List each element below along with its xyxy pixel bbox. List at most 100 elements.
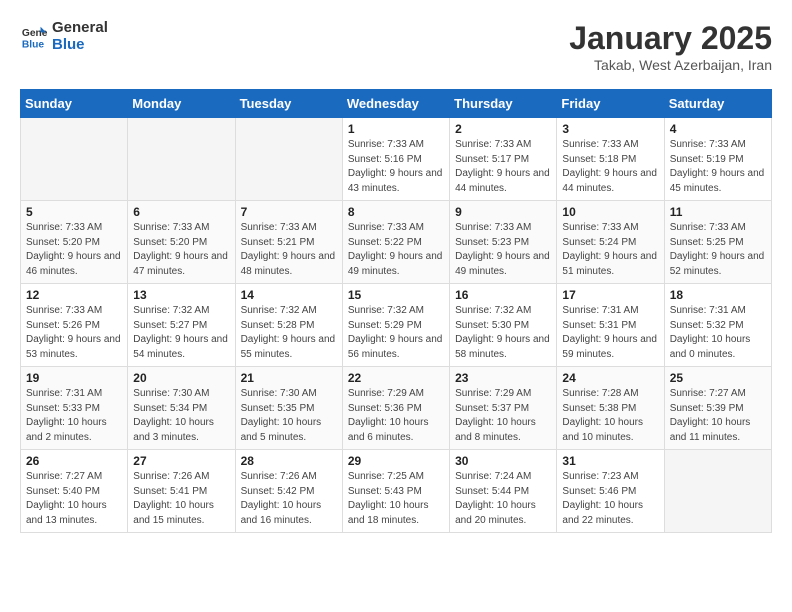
day-number: 4 (670, 122, 766, 136)
day-number: 28 (241, 454, 337, 468)
day-info: Sunrise: 7:32 AMSunset: 5:29 PMDaylight:… (348, 304, 444, 362)
day-number: 12 (26, 288, 122, 302)
day-cell: 14 Sunrise: 7:32 AMSunset: 5:28 PMDaylig… (235, 284, 342, 367)
day-number: 22 (348, 371, 444, 385)
day-cell: 7 Sunrise: 7:33 AMSunset: 5:21 PMDayligh… (235, 201, 342, 284)
logo-icon: General Blue (20, 23, 48, 51)
day-number: 23 (455, 371, 551, 385)
day-number: 25 (670, 371, 766, 385)
day-info: Sunrise: 7:33 AMSunset: 5:20 PMDaylight:… (26, 221, 122, 279)
day-cell: 22 Sunrise: 7:29 AMSunset: 5:36 PMDaylig… (342, 367, 449, 450)
header-wednesday: Wednesday (342, 90, 449, 118)
day-info: Sunrise: 7:33 AMSunset: 5:23 PMDaylight:… (455, 221, 551, 279)
day-cell: 9 Sunrise: 7:33 AMSunset: 5:23 PMDayligh… (450, 201, 557, 284)
day-cell: 23 Sunrise: 7:29 AMSunset: 5:37 PMDaylig… (450, 367, 557, 450)
day-number: 24 (562, 371, 658, 385)
day-number: 27 (133, 454, 229, 468)
day-number: 1 (348, 122, 444, 136)
month-title: January 2025 (569, 20, 772, 57)
day-info: Sunrise: 7:33 AMSunset: 5:19 PMDaylight:… (670, 138, 766, 196)
location-subtitle: Takab, West Azerbaijan, Iran (569, 57, 772, 73)
header-sunday: Sunday (21, 90, 128, 118)
day-info: Sunrise: 7:26 AMSunset: 5:41 PMDaylight:… (133, 470, 229, 528)
day-info: Sunrise: 7:33 AMSunset: 5:21 PMDaylight:… (241, 221, 337, 279)
day-info: Sunrise: 7:24 AMSunset: 5:44 PMDaylight:… (455, 470, 551, 528)
day-info: Sunrise: 7:31 AMSunset: 5:33 PMDaylight:… (26, 387, 122, 445)
header-monday: Monday (128, 90, 235, 118)
day-cell: 19 Sunrise: 7:31 AMSunset: 5:33 PMDaylig… (21, 367, 128, 450)
day-cell: 2 Sunrise: 7:33 AMSunset: 5:17 PMDayligh… (450, 118, 557, 201)
day-info: Sunrise: 7:23 AMSunset: 5:46 PMDaylight:… (562, 470, 658, 528)
day-number: 11 (670, 205, 766, 219)
day-number: 29 (348, 454, 444, 468)
page-header: General Blue General Blue January 2025 T… (20, 20, 772, 73)
day-cell: 17 Sunrise: 7:31 AMSunset: 5:31 PMDaylig… (557, 284, 664, 367)
day-cell: 28 Sunrise: 7:26 AMSunset: 5:42 PMDaylig… (235, 450, 342, 533)
day-cell: 1 Sunrise: 7:33 AMSunset: 5:16 PMDayligh… (342, 118, 449, 201)
header-saturday: Saturday (664, 90, 771, 118)
day-info: Sunrise: 7:33 AMSunset: 5:18 PMDaylight:… (562, 138, 658, 196)
day-info: Sunrise: 7:33 AMSunset: 5:17 PMDaylight:… (455, 138, 551, 196)
day-cell: 6 Sunrise: 7:33 AMSunset: 5:20 PMDayligh… (128, 201, 235, 284)
svg-text:Blue: Blue (22, 39, 45, 50)
week-row-4: 19 Sunrise: 7:31 AMSunset: 5:33 PMDaylig… (21, 367, 772, 450)
logo-general: General (52, 20, 108, 37)
day-info: Sunrise: 7:25 AMSunset: 5:43 PMDaylight:… (348, 470, 444, 528)
header-friday: Friday (557, 90, 664, 118)
day-info: Sunrise: 7:30 AMSunset: 5:34 PMDaylight:… (133, 387, 229, 445)
week-row-1: 1 Sunrise: 7:33 AMSunset: 5:16 PMDayligh… (21, 118, 772, 201)
day-number: 6 (133, 205, 229, 219)
day-cell: 16 Sunrise: 7:32 AMSunset: 5:30 PMDaylig… (450, 284, 557, 367)
day-number: 18 (670, 288, 766, 302)
day-number: 5 (26, 205, 122, 219)
day-cell: 31 Sunrise: 7:23 AMSunset: 5:46 PMDaylig… (557, 450, 664, 533)
day-cell: 21 Sunrise: 7:30 AMSunset: 5:35 PMDaylig… (235, 367, 342, 450)
day-number: 19 (26, 371, 122, 385)
day-number: 15 (348, 288, 444, 302)
day-info: Sunrise: 7:29 AMSunset: 5:36 PMDaylight:… (348, 387, 444, 445)
day-cell: 13 Sunrise: 7:32 AMSunset: 5:27 PMDaylig… (128, 284, 235, 367)
header-thursday: Thursday (450, 90, 557, 118)
week-row-5: 26 Sunrise: 7:27 AMSunset: 5:40 PMDaylig… (21, 450, 772, 533)
day-cell: 4 Sunrise: 7:33 AMSunset: 5:19 PMDayligh… (664, 118, 771, 201)
day-info: Sunrise: 7:33 AMSunset: 5:26 PMDaylight:… (26, 304, 122, 362)
day-info: Sunrise: 7:32 AMSunset: 5:27 PMDaylight:… (133, 304, 229, 362)
day-info: Sunrise: 7:32 AMSunset: 5:30 PMDaylight:… (455, 304, 551, 362)
day-cell: 18 Sunrise: 7:31 AMSunset: 5:32 PMDaylig… (664, 284, 771, 367)
day-cell: 24 Sunrise: 7:28 AMSunset: 5:38 PMDaylig… (557, 367, 664, 450)
week-row-2: 5 Sunrise: 7:33 AMSunset: 5:20 PMDayligh… (21, 201, 772, 284)
day-cell (21, 118, 128, 201)
day-number: 30 (455, 454, 551, 468)
day-cell: 8 Sunrise: 7:33 AMSunset: 5:22 PMDayligh… (342, 201, 449, 284)
day-cell: 10 Sunrise: 7:33 AMSunset: 5:24 PMDaylig… (557, 201, 664, 284)
day-number: 31 (562, 454, 658, 468)
svg-text:General: General (22, 28, 48, 39)
day-number: 8 (348, 205, 444, 219)
day-cell: 26 Sunrise: 7:27 AMSunset: 5:40 PMDaylig… (21, 450, 128, 533)
day-number: 21 (241, 371, 337, 385)
day-info: Sunrise: 7:33 AMSunset: 5:16 PMDaylight:… (348, 138, 444, 196)
day-cell: 29 Sunrise: 7:25 AMSunset: 5:43 PMDaylig… (342, 450, 449, 533)
day-cell: 27 Sunrise: 7:26 AMSunset: 5:41 PMDaylig… (128, 450, 235, 533)
day-cell (128, 118, 235, 201)
day-info: Sunrise: 7:30 AMSunset: 5:35 PMDaylight:… (241, 387, 337, 445)
day-cell: 5 Sunrise: 7:33 AMSunset: 5:20 PMDayligh… (21, 201, 128, 284)
day-info: Sunrise: 7:29 AMSunset: 5:37 PMDaylight:… (455, 387, 551, 445)
day-cell: 25 Sunrise: 7:27 AMSunset: 5:39 PMDaylig… (664, 367, 771, 450)
day-info: Sunrise: 7:33 AMSunset: 5:20 PMDaylight:… (133, 221, 229, 279)
day-number: 10 (562, 205, 658, 219)
day-cell (235, 118, 342, 201)
day-number: 9 (455, 205, 551, 219)
day-cell: 3 Sunrise: 7:33 AMSunset: 5:18 PMDayligh… (557, 118, 664, 201)
day-number: 3 (562, 122, 658, 136)
day-info: Sunrise: 7:33 AMSunset: 5:24 PMDaylight:… (562, 221, 658, 279)
day-number: 20 (133, 371, 229, 385)
day-number: 2 (455, 122, 551, 136)
week-row-3: 12 Sunrise: 7:33 AMSunset: 5:26 PMDaylig… (21, 284, 772, 367)
day-info: Sunrise: 7:33 AMSunset: 5:22 PMDaylight:… (348, 221, 444, 279)
logo-blue: Blue (52, 37, 108, 54)
day-number: 7 (241, 205, 337, 219)
day-number: 17 (562, 288, 658, 302)
day-info: Sunrise: 7:27 AMSunset: 5:40 PMDaylight:… (26, 470, 122, 528)
day-number: 14 (241, 288, 337, 302)
